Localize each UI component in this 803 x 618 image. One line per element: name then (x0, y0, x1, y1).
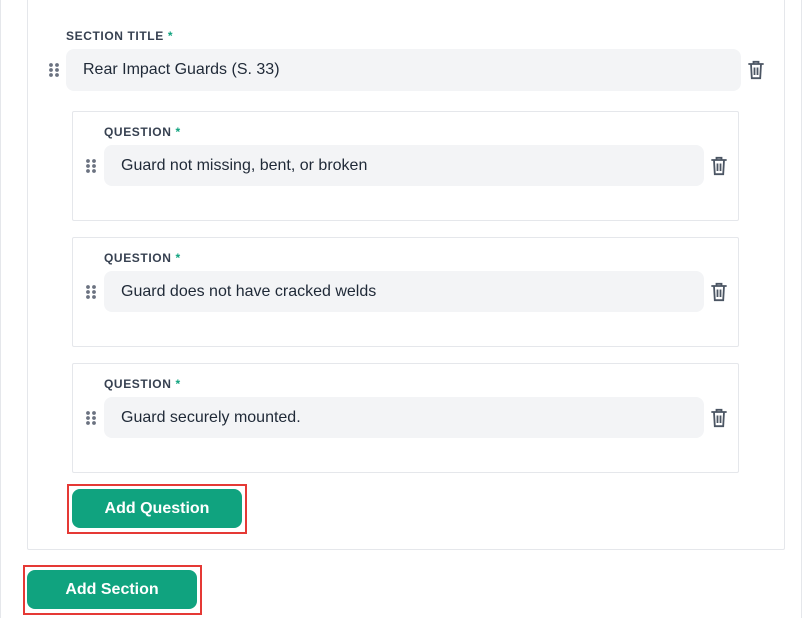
add-question-button[interactable]: Add Question (72, 489, 242, 528)
required-asterisk: * (175, 125, 181, 139)
question-input[interactable] (104, 397, 704, 438)
question-label: QUESTION * (104, 251, 181, 265)
question-delete-trash-icon[interactable] (711, 156, 727, 176)
section-delete-trash-icon[interactable] (748, 60, 764, 80)
add-section-button[interactable]: Add Section (27, 570, 197, 609)
section-title-input[interactable] (66, 49, 741, 91)
required-asterisk: * (167, 29, 174, 43)
required-asterisk: * (175, 377, 181, 391)
page-border-left (0, 0, 1, 618)
section-drag-handle-icon[interactable] (48, 62, 60, 78)
question-input[interactable] (104, 271, 704, 312)
question-input[interactable] (104, 145, 704, 186)
question-drag-handle-icon[interactable] (85, 284, 97, 300)
question-label: QUESTION * (104, 377, 181, 391)
question-label: QUESTION * (104, 125, 181, 139)
question-drag-handle-icon[interactable] (85, 410, 97, 426)
required-asterisk: * (175, 251, 181, 265)
section-title-label: SECTION TITLE * (66, 29, 174, 43)
question-delete-trash-icon[interactable] (711, 408, 727, 428)
page-border-right (801, 0, 802, 618)
question-drag-handle-icon[interactable] (85, 158, 97, 174)
question-delete-trash-icon[interactable] (711, 282, 727, 302)
